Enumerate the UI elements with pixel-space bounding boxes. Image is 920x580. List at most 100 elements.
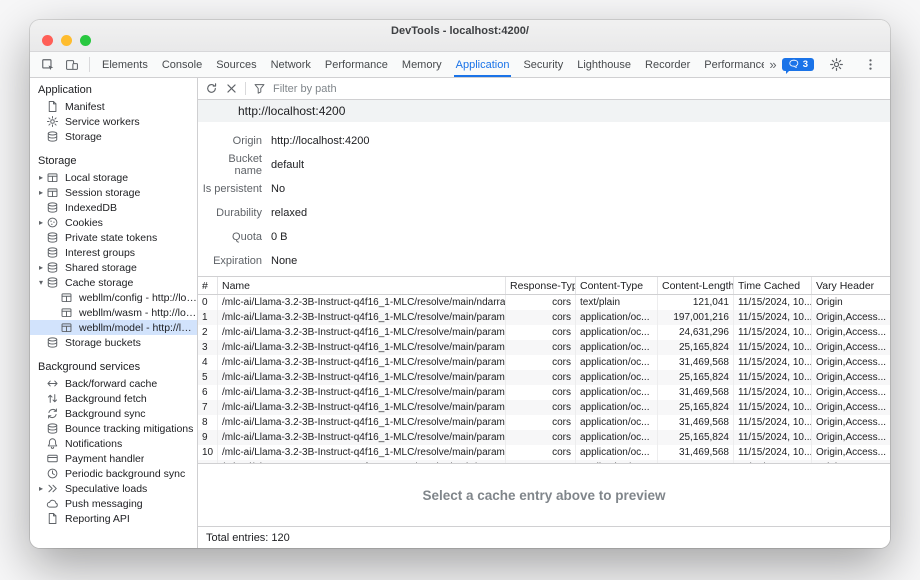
sidebar-item-interest-groups[interactable]: Interest groups <box>30 245 197 260</box>
field-row-quota: Quota0 B <box>198 225 890 249</box>
tab-sources[interactable]: Sources <box>209 52 263 77</box>
cache-entry-row[interactable]: 8/mlc-ai/Llama-3.2-3B-Instruct-q4f16_1-M… <box>198 415 890 430</box>
settings-gear-button[interactable] <box>824 57 848 72</box>
sidebar-item-back-forward-cache[interactable]: Back/forward cache <box>30 376 197 391</box>
sidebar-item-background-sync[interactable]: Background sync <box>30 406 197 421</box>
tab-application[interactable]: Application <box>449 52 517 77</box>
field-label: Durability <box>198 207 262 219</box>
sidebar-item-webllm-model-http-loc[interactable]: webllm/model - http://loc... <box>30 320 197 335</box>
devtools-content: ApplicationManifestService workersStorag… <box>30 78 890 548</box>
sidebar-item-label: Payment handler <box>65 453 144 465</box>
issues-counter-badge[interactable]: 🗨︎ 3 <box>782 58 814 71</box>
tab-recorder[interactable]: Recorder <box>638 52 697 77</box>
tab-lighthouse[interactable]: Lighthouse <box>570 52 638 77</box>
delete-selected-button[interactable] <box>225 82 238 95</box>
column-header-response-type[interactable]: Response-Type <box>506 277 576 294</box>
sidebar-item-bounce-tracking-mitigations[interactable]: Bounce tracking mitigations <box>30 421 197 436</box>
sidebar-item-shared-storage[interactable]: ▸Shared storage <box>30 260 197 275</box>
cache-entry-row[interactable]: 5/mlc-ai/Llama-3.2-3B-Instruct-q4f16_1-M… <box>198 370 890 385</box>
sidebar-item-background-fetch[interactable]: Background fetch <box>30 391 197 406</box>
column-header-vary-header[interactable]: Vary Header <box>812 277 890 294</box>
sidebar-item-notifications[interactable]: Notifications <box>30 436 197 451</box>
cell-content-type: application/oc... <box>576 310 658 325</box>
leftright-icon <box>46 377 61 390</box>
expander-collapsed-icon[interactable]: ▸ <box>36 260 46 275</box>
cell-time-cached: 11/15/2024, 10... <box>734 325 812 340</box>
column-header-index[interactable]: # <box>198 277 218 294</box>
refresh-button[interactable] <box>205 82 218 95</box>
cell-time-cached: 11/15/2024, 10... <box>734 400 812 415</box>
cache-entry-row[interactable]: 7/mlc-ai/Llama-3.2-3B-Instruct-q4f16_1-M… <box>198 400 890 415</box>
tab-network[interactable]: Network <box>264 52 318 77</box>
close-window-button[interactable] <box>42 35 53 46</box>
expander-collapsed-icon[interactable]: ▸ <box>36 170 46 185</box>
kebab-menu-button[interactable] <box>858 57 882 72</box>
expander-collapsed-icon[interactable]: ▸ <box>36 215 46 230</box>
column-header-time-cached[interactable]: Time Cached <box>734 277 812 294</box>
sidebar-item-storage[interactable]: Storage <box>30 129 197 144</box>
sidebar-item-manifest[interactable]: Manifest <box>30 99 197 114</box>
cache-entry-row[interactable]: 3/mlc-ai/Llama-3.2-3B-Instruct-q4f16_1-M… <box>198 340 890 355</box>
tab-console[interactable]: Console <box>155 52 209 77</box>
sidebar-item-session-storage[interactable]: ▸ Session storage <box>30 185 197 200</box>
sidebar-item-speculative-loads[interactable]: ▸Speculative loads <box>30 481 197 496</box>
cell-num: 7 <box>198 400 218 415</box>
speech-bubble-icon: 🗨︎ <box>788 59 800 70</box>
filter-by-path-input[interactable] <box>273 83 453 95</box>
column-header-content-length[interactable]: Content-Length <box>658 277 734 294</box>
column-header-name[interactable]: Name <box>218 277 506 294</box>
clear-x-icon <box>225 82 238 95</box>
column-header-content-type[interactable]: Content-Type <box>576 277 658 294</box>
expander-collapsed-icon[interactable]: ▸ <box>36 185 46 200</box>
sidebar-item-periodic-background-sync[interactable]: Periodic background sync <box>30 466 197 481</box>
database-icon <box>46 231 61 244</box>
sidebar-item-service-workers[interactable]: Service workers <box>30 114 197 129</box>
cache-entry-row[interactable]: 0/mlc-ai/Llama-3.2-3B-Instruct-q4f16_1-M… <box>198 295 890 310</box>
expander-expanded-icon[interactable]: ▾ <box>36 275 46 290</box>
cache-entry-row[interactable]: 6/mlc-ai/Llama-3.2-3B-Instruct-q4f16_1-M… <box>198 385 890 400</box>
sidebar-item-local-storage[interactable]: ▸Local storage <box>30 170 197 185</box>
sidebar-item-indexeddb[interactable]: IndexedDB <box>30 200 197 215</box>
sidebar-item-label: Session storage <box>65 187 140 199</box>
tab-elements[interactable]: Elements <box>95 52 155 77</box>
tab-label: Memory <box>402 59 442 71</box>
device-toolbar-button[interactable] <box>60 52 84 77</box>
sidebar-item-storage-buckets[interactable]: Storage buckets <box>30 335 197 350</box>
cell-content-length: 31,469,568 <box>658 445 734 460</box>
sidebar-item-reporting-api[interactable]: Reporting API <box>30 511 197 526</box>
cache-entry-row[interactable]: 10/mlc-ai/Llama-3.2-3B-Instruct-q4f16_1-… <box>198 445 890 460</box>
sidebar-item-webllm-wasm-http-loca[interactable]: webllm/wasm - http://loca... <box>30 305 197 320</box>
sidebar-item-cache-storage[interactable]: ▾Cache storage <box>30 275 197 290</box>
sidebar-item-label: Interest groups <box>65 247 135 259</box>
table-header-row: #NameResponse-TypeContent-TypeContent-Le… <box>198 277 890 295</box>
expander-collapsed-icon[interactable]: ▸ <box>36 481 46 496</box>
sidebar-item-webllm-config-http-loc[interactable]: webllm/config - http://loc... <box>30 290 197 305</box>
sidebar-item-cookies[interactable]: ▸Cookies <box>30 215 197 230</box>
devtools-tabbar: ElementsConsoleSourcesNetworkPerformance… <box>30 52 890 78</box>
sidebar-section-application: ApplicationManifestService workersStorag… <box>30 82 197 144</box>
more-tabs-button[interactable]: » <box>764 52 781 77</box>
minimize-window-button[interactable] <box>61 35 72 46</box>
cell-response-type: cors <box>506 445 576 460</box>
tab-performance[interactable]: Performance <box>318 52 395 77</box>
cookie-icon <box>46 216 61 229</box>
cell-content-type: application/oc... <box>576 370 658 385</box>
cache-entry-row[interactable]: 4/mlc-ai/Llama-3.2-3B-Instruct-q4f16_1-M… <box>198 355 890 370</box>
sidebar-item-label: Bounce tracking mitigations <box>65 423 193 435</box>
inspect-cursor-icon <box>41 58 55 72</box>
sidebar-item-payment-handler[interactable]: Payment handler <box>30 451 197 466</box>
tab-performance-insights[interactable]: Performance insights <box>697 52 764 77</box>
zoom-window-button[interactable] <box>80 35 91 46</box>
sidebar-item-push-messaging[interactable]: Push messaging <box>30 496 197 511</box>
cache-entry-row[interactable]: 1/mlc-ai/Llama-3.2-3B-Instruct-q4f16_1-M… <box>198 310 890 325</box>
cell-content-length: 25,165,824 <box>658 430 734 445</box>
cache-entry-row[interactable]: 9/mlc-ai/Llama-3.2-3B-Instruct-q4f16_1-M… <box>198 430 890 445</box>
tab-memory[interactable]: Memory <box>395 52 449 77</box>
cell-num: 6 <box>198 385 218 400</box>
gear-icon <box>829 57 844 72</box>
tab-security[interactable]: Security <box>516 52 570 77</box>
inspect-element-button[interactable] <box>36 52 60 77</box>
cache-entry-row[interactable]: 2/mlc-ai/Llama-3.2-3B-Instruct-q4f16_1-M… <box>198 325 890 340</box>
sidebar-item-private-state-tokens[interactable]: Private state tokens <box>30 230 197 245</box>
cell-vary-header: Origin,Access... <box>812 325 890 340</box>
